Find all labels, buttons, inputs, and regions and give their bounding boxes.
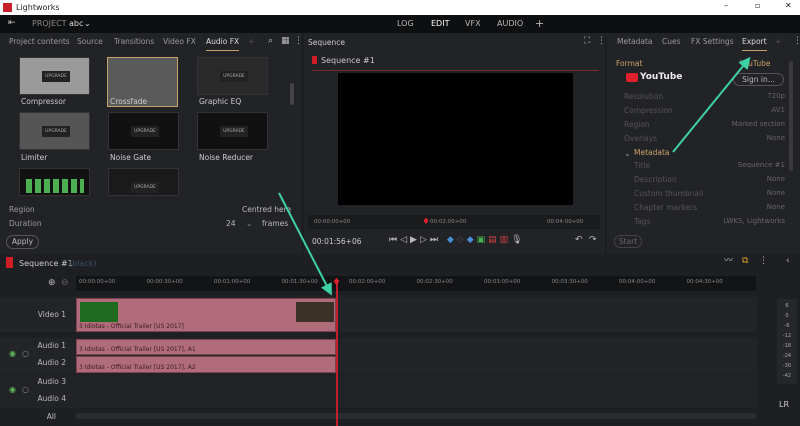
arrow-to-export-tab [672,56,751,153]
arrow-to-playhead [278,192,332,296]
annotation-arrows [278,56,751,296]
